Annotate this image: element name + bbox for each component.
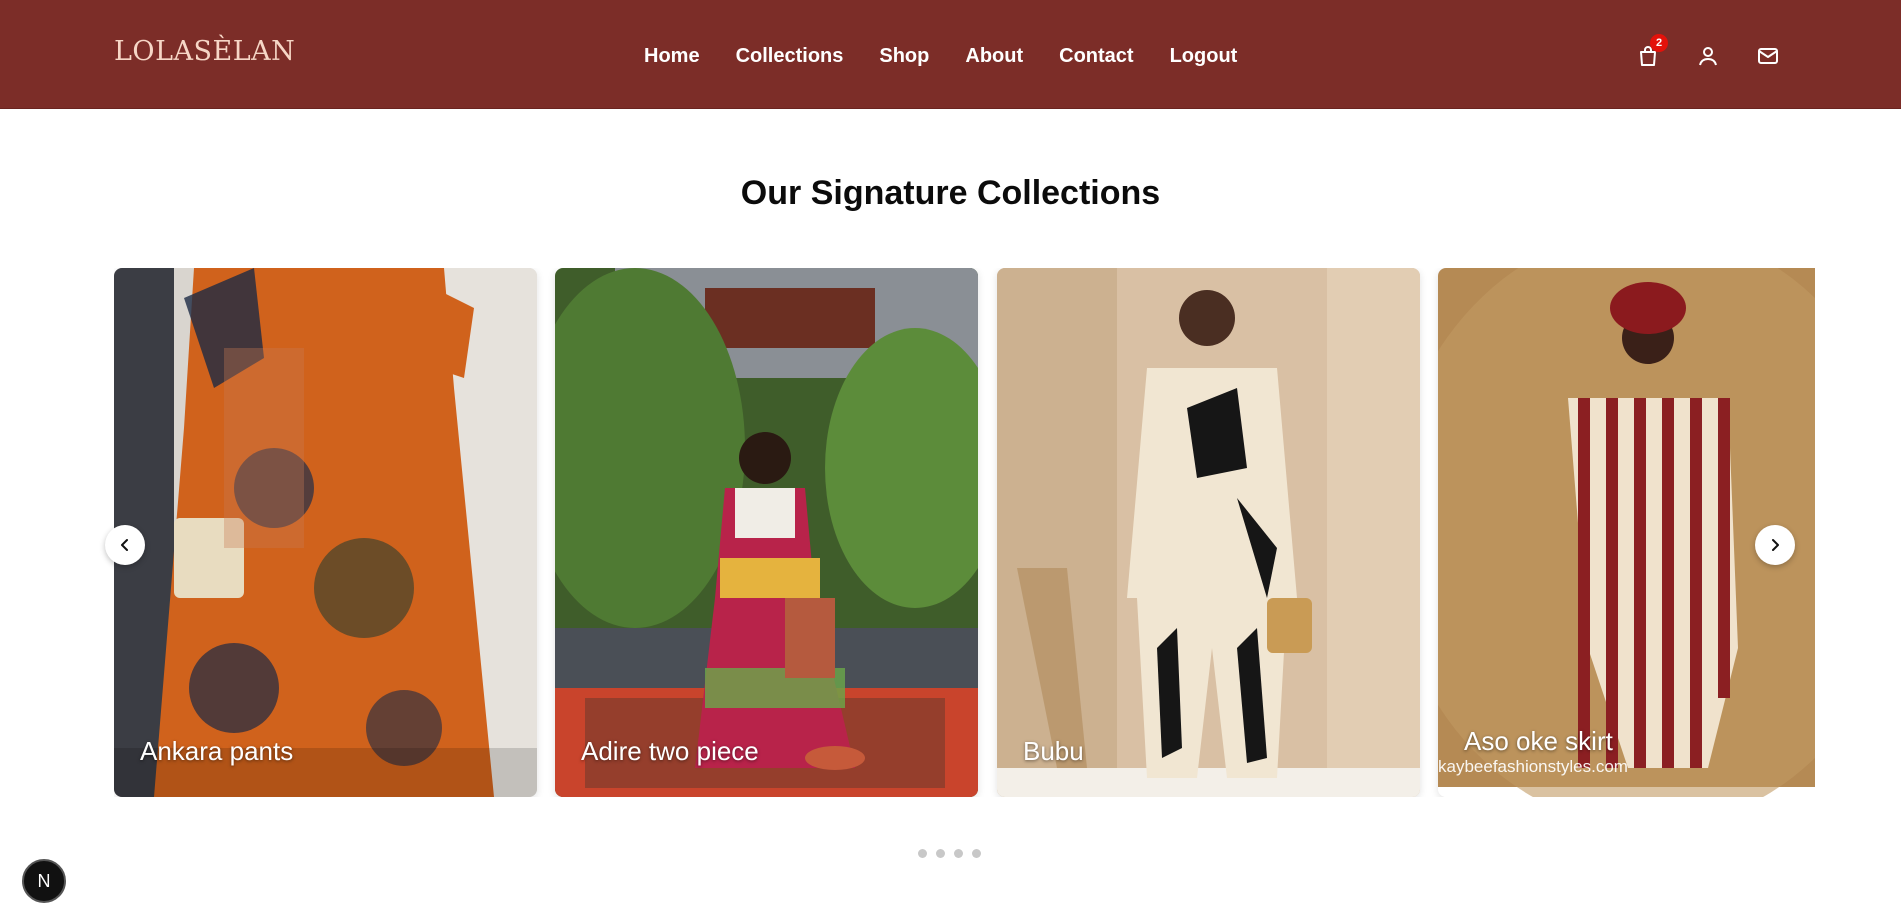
collection-image <box>997 268 1420 797</box>
collection-caption: Ankara pants <box>140 736 294 766</box>
nav-contact[interactable]: Contact <box>1059 43 1133 69</box>
chevron-right-icon <box>1772 539 1779 551</box>
user-icon <box>1699 47 1717 66</box>
carousel-next-button[interactable] <box>1755 525 1795 565</box>
cart-button[interactable]: 2 <box>1632 34 1668 72</box>
carousel-dot[interactable] <box>918 849 927 858</box>
chevron-left-icon <box>121 539 128 551</box>
carousel-prev-button[interactable] <box>105 525 145 565</box>
carousel-dot[interactable] <box>954 849 963 858</box>
dev-tools-badge[interactable]: N <box>22 859 66 903</box>
nav-logout[interactable]: Logout <box>1170 43 1238 69</box>
collection-image <box>555 268 978 797</box>
header-icons: 2 <box>1632 34 1812 72</box>
collection-caption: Adire two piece <box>581 736 759 766</box>
collection-caption: Bubu <box>1023 736 1084 766</box>
collections-title: Our Signature Collections <box>740 174 1161 212</box>
site-header: LOLASÈLAN Home Collections Shop About Co… <box>0 0 1901 109</box>
carousel-pagination <box>918 849 990 858</box>
mail-button[interactable] <box>1752 40 1784 72</box>
collection-card-bubu[interactable]: Bubu <box>997 268 1420 797</box>
nav-shop[interactable]: Shop <box>879 43 929 69</box>
cart-count-badge: 2 <box>1650 34 1668 52</box>
main-nav: Home Collections Shop About Contact Logo… <box>644 43 1273 69</box>
collection-caption: Aso oke skirt <box>1464 726 1613 756</box>
account-button[interactable] <box>1692 40 1724 72</box>
nav-about[interactable]: About <box>965 43 1023 69</box>
carousel-dot[interactable] <box>936 849 945 858</box>
nav-home[interactable]: Home <box>644 43 700 69</box>
collection-card-adire[interactable]: Adire two piece <box>555 268 978 797</box>
brand-logo[interactable]: LOLASÈLAN <box>114 36 295 67</box>
collections-carousel: Ankara pants Adire two piece Bubu Aso ok… <box>114 268 1815 797</box>
image-watermark: kaybeefashionstyles.com <box>1438 757 1628 776</box>
mail-icon <box>1758 48 1778 64</box>
collection-card-ankara[interactable]: Ankara pants <box>114 268 537 797</box>
carousel-dot[interactable] <box>972 849 981 858</box>
collection-image <box>114 268 537 797</box>
nav-collections[interactable]: Collections <box>736 43 844 69</box>
